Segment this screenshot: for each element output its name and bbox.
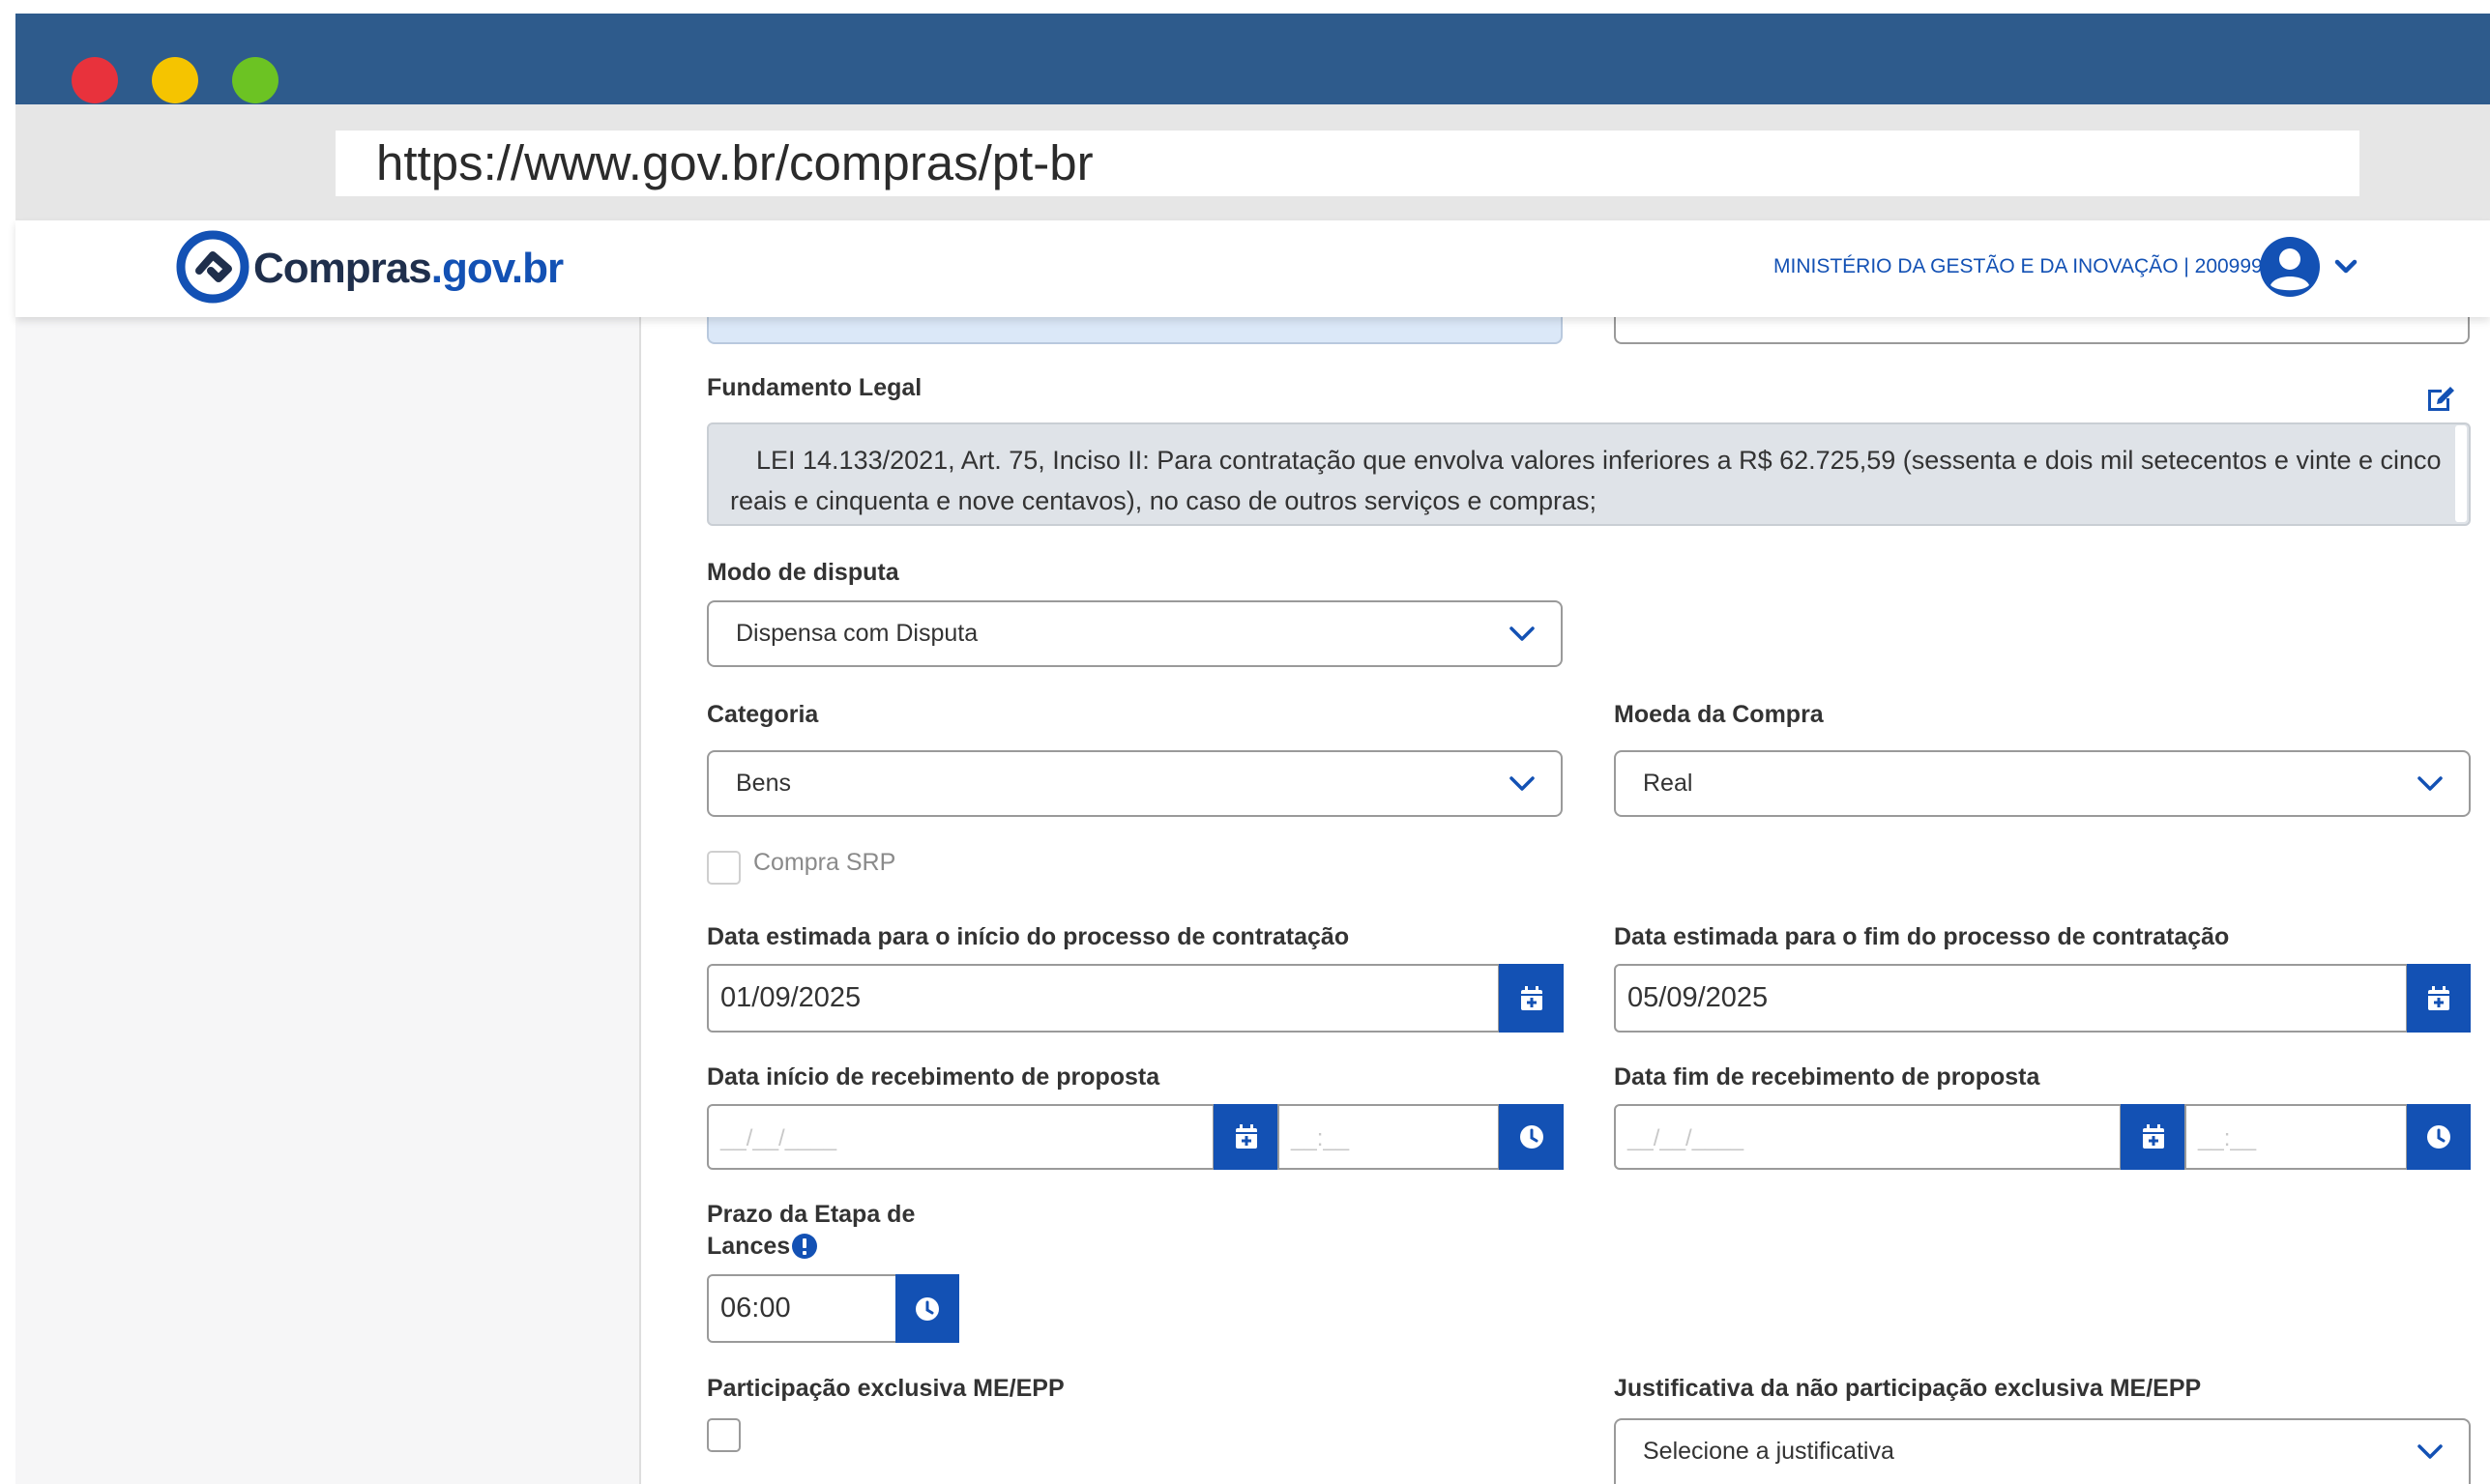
chevron-down-icon (2417, 752, 2444, 815)
clock-icon[interactable] (2407, 1104, 2471, 1170)
date-placeholder: __/__/____ (1627, 1125, 1744, 1151)
fundamento-legal-label: Fundamento Legal (707, 374, 923, 401)
modo-disputa-select[interactable]: Dispensa com Disputa (707, 600, 1563, 667)
calendar-icon[interactable] (1214, 1104, 1278, 1170)
fundamento-scrollbar[interactable] (2455, 425, 2467, 522)
data-fim-input[interactable]: 05/09/2025 (1614, 964, 2408, 1033)
window-titlebar (15, 14, 2490, 104)
receb-inicio-time-input[interactable]: __:__ (1277, 1104, 1500, 1170)
calendar-icon[interactable] (2407, 964, 2471, 1033)
maximize-window-button[interactable] (232, 57, 278, 103)
calendar-icon[interactable] (2121, 1104, 2185, 1170)
compras-logo-text[interactable]: Compras.gov.br (253, 245, 564, 293)
me-epp-checkbox[interactable] (707, 1418, 741, 1452)
justificativa-label: Justificativa da não participação exclus… (1614, 1375, 2202, 1402)
close-window-button[interactable] (72, 57, 118, 103)
justificativa-value: Selecione a justificativa (1643, 1438, 1894, 1465)
moeda-select[interactable]: Real (1614, 750, 2471, 817)
compra-srp-label: Compra SRP (753, 849, 896, 876)
chevron-down-icon (2417, 1420, 2444, 1484)
info-icon[interactable] (791, 1233, 818, 1260)
prazo-lances-input[interactable]: 06:00 (707, 1274, 897, 1343)
justificativa-select[interactable]: Selecione a justificativa (1614, 1418, 2471, 1484)
calendar-icon[interactable] (1499, 964, 1564, 1033)
chevron-down-icon (1509, 602, 1536, 665)
receb-fim-label: Data fim de recebimento de proposta (1614, 1063, 2040, 1091)
data-inicio-label: Data estimada para o início do processo … (707, 923, 1350, 950)
side-panel (15, 317, 641, 1484)
clock-icon[interactable] (895, 1274, 959, 1343)
moeda-value: Real (1643, 770, 1693, 797)
user-menu-chevron-icon[interactable] (2334, 256, 2358, 277)
prazo-label-line1: Prazo da Etapa de (707, 1201, 916, 1228)
organization-label: MINISTÉRIO DA GESTÃO E DA INOVAÇÃO | 200… (1773, 255, 2263, 277)
receb-inicio-label: Data início de recebimento de proposta (707, 1063, 1160, 1091)
receb-fim-time-input[interactable]: __:__ (2184, 1104, 2408, 1170)
categoria-value: Bens (736, 770, 791, 797)
compra-srp-checkbox[interactable] (707, 851, 741, 885)
minimize-window-button[interactable] (152, 57, 198, 103)
prazo-label-line2: Lances (707, 1233, 791, 1260)
clock-icon[interactable] (1499, 1104, 1564, 1170)
categoria-label: Categoria (707, 701, 819, 728)
receb-inicio-date-input[interactable]: __/__/____ (707, 1104, 1215, 1170)
modo-disputa-value: Dispensa com Disputa (736, 620, 979, 647)
receb-fim-date-input[interactable]: __/__/____ (1614, 1104, 2122, 1170)
me-epp-label: Participação exclusiva ME/EPP (707, 1375, 1065, 1402)
data-inicio-input[interactable]: 01/09/2025 (707, 964, 1500, 1033)
date-placeholder: __/__/____ (720, 1125, 837, 1151)
fundamento-legal-text: LEI 14.133/2021, Art. 75, Inciso II: Par… (707, 422, 2471, 526)
compras-logo-icon[interactable] (176, 228, 251, 306)
edit-icon[interactable] (2424, 382, 2457, 415)
time-placeholder: __:__ (1291, 1125, 1350, 1151)
modo-disputa-label: Modo de disputa (707, 559, 899, 586)
page-margin (0, 0, 15, 1484)
url-input[interactable]: https://www.gov.br/compras/pt-br (336, 131, 2359, 196)
moeda-label: Moeda da Compra (1614, 701, 1824, 728)
chevron-down-icon (1509, 752, 1536, 815)
user-avatar-icon[interactable] (2260, 237, 2320, 297)
categoria-select[interactable]: Bens (707, 750, 1563, 817)
data-fim-label: Data estimada para o fim do processo de … (1614, 923, 2230, 950)
time-placeholder: __:__ (2198, 1125, 2257, 1151)
